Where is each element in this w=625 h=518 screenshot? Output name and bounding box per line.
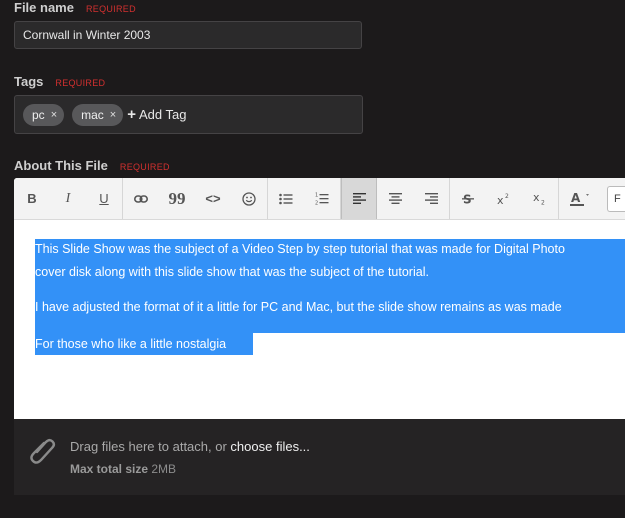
svg-text:A: A (571, 191, 581, 205)
text-color-button[interactable]: A (559, 178, 601, 219)
smiley-icon (242, 191, 256, 206)
align-center-button[interactable] (377, 178, 413, 219)
tags-label-text: Tags (14, 74, 44, 89)
about-label-text: About This File (14, 158, 108, 173)
tag-chip-label: pc (32, 107, 45, 122)
emoji-button[interactable] (231, 178, 267, 219)
paperclip-icon (30, 438, 56, 464)
italic-button[interactable]: I (50, 178, 86, 219)
editor-toolbar: B I U 99 <> 1 2 S x 2 x 2 A F (14, 178, 625, 220)
align-left-icon (352, 193, 366, 204)
font-select[interactable]: F (607, 185, 625, 212)
quote-button[interactable]: 99 (159, 178, 195, 219)
align-right-button[interactable] (413, 178, 449, 219)
align-center-icon (388, 193, 402, 204)
about-label: About This File REQUIRED (14, 158, 170, 173)
link-icon (134, 194, 148, 203)
editor-paragraph[interactable]: cover disk along with this slide show th… (35, 265, 429, 279)
svg-text:1: 1 (315, 193, 318, 199)
editor-paragraph[interactable]: I have adjusted the format of it a littl… (35, 300, 562, 314)
file-dropzone[interactable]: Drag files here to attach, or choose fil… (14, 419, 625, 495)
numbered-list-button[interactable]: 1 2 (304, 178, 340, 219)
editor-paragraph[interactable]: This Slide Show was the subject of a Vid… (35, 242, 565, 256)
file-name-label-text: File name (14, 0, 74, 15)
strikethrough-button[interactable]: S (450, 178, 486, 219)
bold-icon: B (27, 191, 37, 206)
svg-text:2: 2 (541, 200, 545, 206)
svg-text:x: x (533, 192, 540, 204)
italic-icon: I (65, 190, 71, 206)
max-size-label: Max total size (70, 462, 149, 476)
upload-form: File name REQUIRED Tags REQUIRED pc × mac … (0, 0, 625, 518)
superscript-icon: x 2 (497, 193, 509, 205)
file-name-input[interactable] (14, 21, 362, 49)
underline-icon: U (99, 191, 109, 206)
drag-instructions: Drag files here to attach, or choose fil… (70, 439, 310, 454)
font-select-label: F (614, 192, 621, 205)
bold-button[interactable]: B (14, 178, 50, 219)
bullet-list-icon (279, 193, 293, 204)
tag-remove-icon[interactable]: × (110, 109, 116, 121)
about-required-badge: REQUIRED (119, 162, 170, 172)
tag-chip-pc: pc × (23, 103, 65, 126)
file-name-required-badge: REQUIRED (85, 4, 136, 14)
svg-text:2: 2 (315, 201, 318, 206)
rich-text-editor: B I U 99 <> 1 2 S x 2 x 2 A F This Slide… (14, 178, 625, 419)
add-tag-label: Add Tag (139, 107, 187, 122)
subscript-button[interactable]: x 2 (522, 178, 558, 219)
file-name-label: File name REQUIRED (14, 0, 136, 15)
align-right-icon (424, 193, 438, 204)
subscript-icon: x 2 (533, 192, 545, 206)
code-button[interactable]: <> (195, 178, 231, 219)
tag-chip-label: mac (81, 107, 104, 122)
max-size-value: 2MB (151, 462, 177, 476)
max-size-info: Max total size 2MB (70, 462, 176, 476)
add-tag-button[interactable]: + Add Tag (127, 106, 186, 123)
svg-text:x: x (497, 194, 504, 205)
svg-text:2: 2 (505, 193, 509, 200)
tags-required-badge: REQUIRED (55, 78, 106, 88)
tags-label: Tags REQUIRED (14, 74, 105, 89)
text-color-icon: A (570, 191, 589, 206)
quote-icon: 99 (168, 188, 186, 208)
tag-chip-mac: mac × (72, 103, 124, 126)
link-button[interactable] (123, 178, 159, 219)
bulleted-list-button[interactable] (268, 178, 304, 219)
numbered-list-icon: 1 2 (315, 193, 329, 206)
underline-button[interactable]: U (86, 178, 122, 219)
tags-input[interactable]: pc × mac × + Add Tag (14, 95, 363, 134)
drag-prefix-text: Drag files here to attach, or (70, 439, 231, 454)
tag-remove-icon[interactable]: × (51, 109, 57, 121)
choose-files-link[interactable]: choose files... (230, 439, 310, 454)
align-left-button[interactable] (341, 178, 377, 219)
superscript-button[interactable]: x 2 (486, 178, 522, 219)
code-icon: <> (205, 191, 221, 206)
plus-icon: + (127, 106, 136, 123)
editor-paragraph[interactable]: For those who like a little nostalgia (35, 337, 226, 351)
strikethrough-icon: S (462, 193, 474, 205)
